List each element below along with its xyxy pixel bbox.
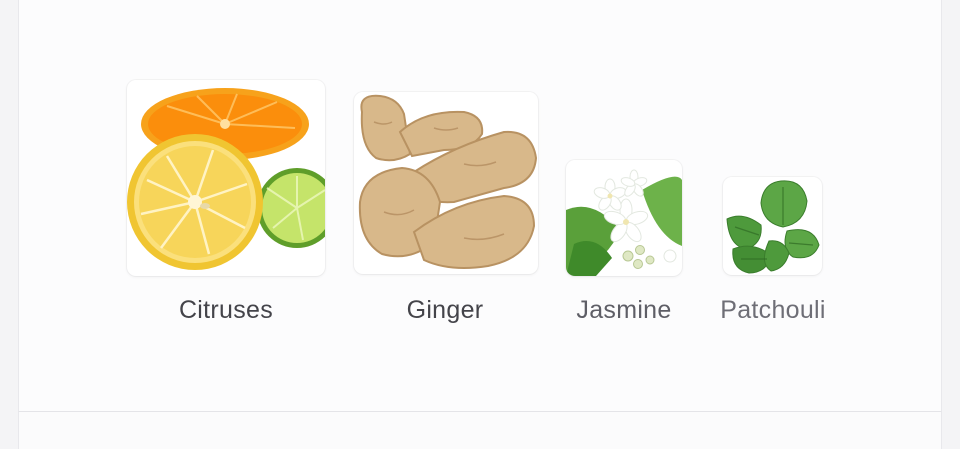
note-label: Jasmine — [576, 296, 672, 324]
jasmine-flower-icon — [566, 160, 682, 276]
patchouli-leaves-icon — [723, 177, 822, 275]
citrus-fruits-icon — [127, 80, 325, 276]
fragrance-notes-card: Citruses Ginger Jasmine Patchouli — [18, 0, 942, 412]
note-label: Patchouli — [720, 296, 826, 324]
next-section-area — [18, 412, 942, 449]
note-label: Citruses — [178, 296, 274, 324]
note-label: Ginger — [406, 296, 484, 324]
ginger-root-icon — [354, 92, 538, 274]
